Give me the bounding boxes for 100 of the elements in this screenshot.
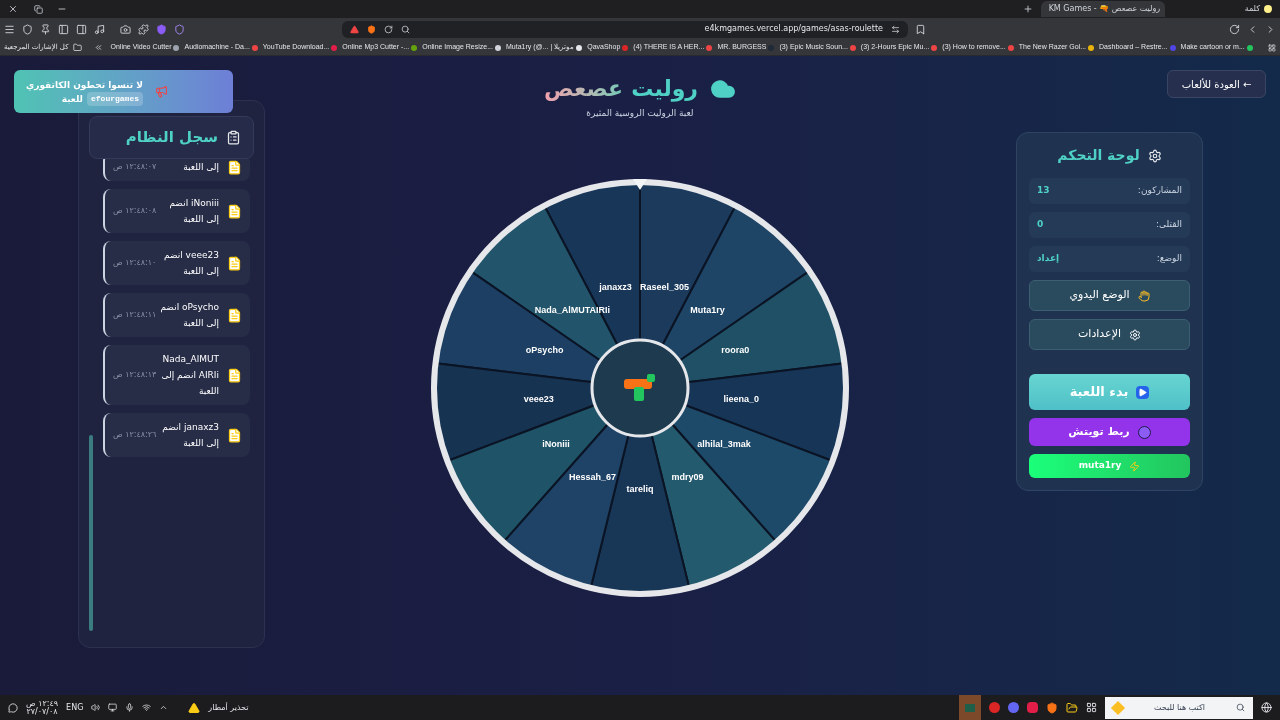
memo-icon (227, 307, 242, 323)
participant-name: Nada_AlMUTAIRIi (534, 304, 611, 318)
volume-icon[interactable] (91, 703, 101, 712)
search-icon (1236, 703, 1245, 712)
participant-name: lieena_0 (723, 393, 759, 407)
participant-name: veee23 (523, 393, 554, 407)
close-icon[interactable] (8, 4, 18, 14)
tray-chevron-icon[interactable] (159, 703, 169, 712)
tab-title: روليت عصعص 🔫 - KM Games (1048, 3, 1161, 15)
language-indicator[interactable]: ENG (66, 701, 84, 714)
menu-icon[interactable] (4, 23, 15, 35)
log-message: iNoniii انضم إلى اللعبة (168, 197, 219, 227)
task-view-icon[interactable] (1086, 702, 1097, 713)
play-icon (1136, 385, 1150, 399)
reload-icon[interactable] (1229, 23, 1240, 35)
log-time: ١٢:٤٨:١٣ ص (113, 369, 157, 381)
participant-name: oPsycho (525, 344, 564, 358)
address-bar[interactable]: e4kmgames.vercel.app/games/asas-roulette (342, 20, 908, 38)
participant-name: roora0 (721, 344, 750, 358)
code-tag: efourgames (87, 91, 143, 106)
log-title: سجل النظام (125, 127, 218, 149)
pointer-icon (633, 178, 647, 190)
participant-name: mdry09 (671, 471, 704, 485)
stat-label: المشاركون: (1137, 184, 1182, 198)
shield-icon[interactable] (174, 23, 185, 35)
zoom-icon (401, 24, 410, 34)
banner-text: للعبة (61, 92, 83, 106)
folder-icon (72, 43, 82, 52)
extensions-icon[interactable] (138, 23, 149, 35)
pin-icon[interactable] (40, 23, 51, 35)
log-time: ١٢:٤٨:٠٧ ص (113, 161, 157, 173)
settings-icon (1129, 328, 1142, 341)
window-label: كلمة (1244, 3, 1260, 15)
microphone-icon[interactable] (125, 703, 135, 712)
lightning-icon (1129, 460, 1141, 472)
weather-text: تحذير أمطار (208, 701, 249, 714)
log-message: Nada_AlMUTAIRIi انضم إلى اللعبة (160, 353, 219, 398)
new-tab-icon[interactable] (1022, 4, 1033, 14)
memo-icon (227, 427, 242, 443)
network-icon[interactable] (142, 703, 152, 712)
search-placeholder: اكتب هنا للبحث (1154, 701, 1205, 714)
participant-name: Raseel_305 (639, 281, 689, 295)
panel-icon[interactable] (76, 23, 87, 35)
memo-icon (227, 255, 242, 271)
bookmark-icon[interactable] (915, 23, 926, 35)
log-message: oPsycho انضم إلى اللعبة (159, 301, 219, 331)
log-time: ١٢:٤٨:٢٦ ص (113, 429, 157, 441)
forward-icon[interactable] (1265, 23, 1276, 35)
participant-name: Hessah_67 (569, 471, 617, 485)
participant-name: Muta1ry (690, 304, 725, 318)
display-icon[interactable] (108, 703, 118, 712)
stat-value: 0 (1037, 218, 1044, 232)
search-field[interactable]: اكتب هنا للبحث (1105, 696, 1253, 719)
participant-name: iNoniii (542, 438, 570, 452)
shield-icon[interactable] (156, 23, 167, 35)
url-text: e4kmgames.vercel.app/games/asas-roulette (704, 23, 883, 35)
scrollbar[interactable] (89, 435, 93, 631)
participant-name: janaxz3 (599, 281, 632, 295)
back-button[interactable]: ← العودة للألعاب (1167, 70, 1266, 98)
banner-text: لا تنسوا تحطون الكاتقوري (26, 78, 143, 92)
screenshot-icon[interactable] (120, 23, 131, 35)
triangle-icon (350, 24, 359, 34)
sidebar-icon[interactable] (58, 23, 69, 35)
browser-icon[interactable] (1046, 701, 1058, 714)
hand-icon (1137, 289, 1150, 302)
log-time: ١٢:٤٨:١١ ص (113, 309, 157, 321)
log-message: veee23 انضم إلى اللعبة (162, 249, 219, 279)
megaphone-icon (155, 85, 168, 98)
log-message: janaxz3 انضم إلى اللعبة (161, 421, 219, 451)
taskbar-app-icon[interactable] (989, 702, 1000, 713)
notification-icon[interactable] (8, 702, 18, 713)
log-message: إلى اللعبة (182, 161, 219, 175)
panel-title: لوحة التحكم (1057, 146, 1140, 166)
taskbar-app-icon[interactable] (1008, 702, 1019, 713)
taskbar-app-icon[interactable] (1027, 702, 1038, 713)
music-icon[interactable] (94, 23, 105, 35)
log-time: ١٢:٤٨:٠٨ ص (113, 205, 157, 217)
restore-icon[interactable] (34, 4, 43, 14)
stat-label: الوضع: (1156, 252, 1182, 266)
gear-icon (1147, 148, 1162, 163)
warning-icon (188, 701, 201, 714)
clock-time: ١٢:٤٩ ص (26, 699, 59, 708)
tune-icon (891, 24, 900, 34)
manual-mode-button[interactable]: الوضع اليدوي (1029, 280, 1190, 311)
participant-name: tareliq (626, 482, 654, 496)
twitch-connect-button[interactable]: ربط تويتش (1029, 418, 1190, 446)
memo-icon (227, 203, 242, 219)
participant-name: alhilal_3mak (697, 438, 751, 452)
apps-icon[interactable] (1268, 43, 1276, 52)
log-time: ١٢:٤٨:١٠ ص (113, 257, 157, 269)
memo-icon (227, 159, 242, 175)
clipboard-icon (226, 130, 241, 145)
file-explorer-icon[interactable] (1066, 701, 1078, 714)
stat-label: القتلى: (1155, 218, 1182, 232)
stat-value: إعداد (1037, 252, 1060, 266)
title-text: روليت (631, 75, 698, 104)
memo-icon (227, 367, 242, 383)
chevron-icon[interactable] (93, 43, 103, 52)
browser-tab[interactable]: روليت عصعص 🔫 - KM Games (1040, 1, 1165, 17)
settings-button[interactable]: الإعدادات (1029, 319, 1190, 350)
